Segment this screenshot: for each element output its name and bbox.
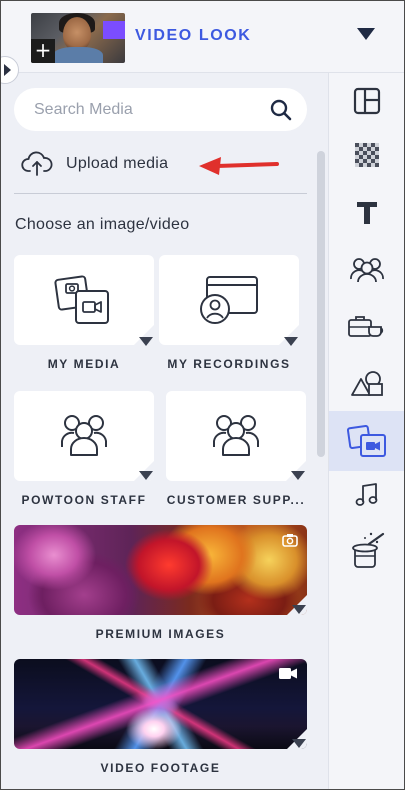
video-look-title[interactable]: VIDEO LOOK xyxy=(135,27,251,45)
music-icon xyxy=(355,483,378,506)
powtoon-staff-label: POWTOON STAFF xyxy=(21,493,147,507)
dropdown-caret-icon[interactable] xyxy=(357,28,375,40)
specials-icon xyxy=(352,532,385,568)
powtoon-staff-dropdown-icon[interactable] xyxy=(139,471,153,480)
rail-backgrounds[interactable] xyxy=(329,130,404,180)
thumbnail-face xyxy=(63,17,91,51)
search-icon[interactable] xyxy=(269,98,293,122)
video-footage-dropdown-icon[interactable] xyxy=(292,739,306,748)
thumbnail-accent xyxy=(103,21,125,39)
customer-support-label: CUSTOMER SUPP... xyxy=(166,493,306,507)
thumbnail-body xyxy=(53,47,103,63)
my-recordings-dropdown-icon[interactable] xyxy=(284,337,298,346)
divider xyxy=(14,193,307,194)
props-icon xyxy=(348,316,384,337)
rail-specials[interactable] xyxy=(329,525,404,575)
layouts-icon xyxy=(353,87,381,115)
rail-media[interactable] xyxy=(329,411,404,471)
video-footage-label: VIDEO FOOTAGE xyxy=(100,761,221,775)
scrollbar[interactable] xyxy=(317,151,325,457)
chevron-right-icon xyxy=(4,64,11,76)
characters-icon xyxy=(350,258,384,283)
rail-shapes[interactable] xyxy=(329,358,404,408)
premium-images-label: PREMIUM IMAGES xyxy=(95,627,226,641)
customer-support-dropdown-icon[interactable] xyxy=(291,471,305,480)
media-panel-window: + VIDEO LOOK Upload media Choose an xyxy=(0,0,405,790)
my-media-tile[interactable] xyxy=(14,255,154,345)
camera-icon xyxy=(282,534,298,547)
premium-images-dropdown-icon[interactable] xyxy=(292,605,306,614)
rail-layouts[interactable] xyxy=(329,76,404,126)
my-media-icon xyxy=(54,275,109,324)
video-look-thumbnail[interactable]: + xyxy=(31,13,125,63)
premium-images-tile[interactable] xyxy=(14,525,307,615)
shapes-icon xyxy=(351,371,383,396)
tool-rail xyxy=(328,73,404,789)
cloud-upload-icon xyxy=(21,151,53,176)
recordings-icon xyxy=(200,276,258,324)
upload-media-label: Upload media xyxy=(66,155,169,172)
backgrounds-icon xyxy=(355,143,379,167)
media-library-panel: Upload media Choose an image/video MY ME… xyxy=(1,73,328,789)
video-camera-icon xyxy=(279,668,297,679)
rail-props[interactable] xyxy=(329,301,404,351)
rail-music[interactable] xyxy=(329,470,404,520)
my-media-dropdown-icon[interactable] xyxy=(139,337,153,346)
my-media-label: MY MEDIA xyxy=(47,357,121,371)
powtoon-staff-tile[interactable] xyxy=(14,391,154,481)
people-icon xyxy=(61,415,107,456)
red-pointer-arrow-icon xyxy=(199,157,279,175)
add-icon[interactable]: + xyxy=(31,39,55,63)
header: + VIDEO LOOK xyxy=(1,1,404,73)
rail-text[interactable] xyxy=(329,188,404,238)
people-icon xyxy=(213,415,259,456)
my-recordings-tile[interactable] xyxy=(159,255,299,345)
rail-characters[interactable] xyxy=(329,245,404,295)
section-heading: Choose an image/video xyxy=(15,216,190,233)
search-box xyxy=(14,88,307,131)
my-recordings-label: MY RECORDINGS xyxy=(167,357,291,371)
text-icon xyxy=(357,202,377,224)
media-icon xyxy=(347,424,386,457)
upload-media-link[interactable]: Upload media xyxy=(21,149,168,179)
search-input[interactable] xyxy=(34,88,264,131)
customer-support-tile[interactable] xyxy=(166,391,306,481)
video-footage-tile[interactable] xyxy=(14,659,307,749)
